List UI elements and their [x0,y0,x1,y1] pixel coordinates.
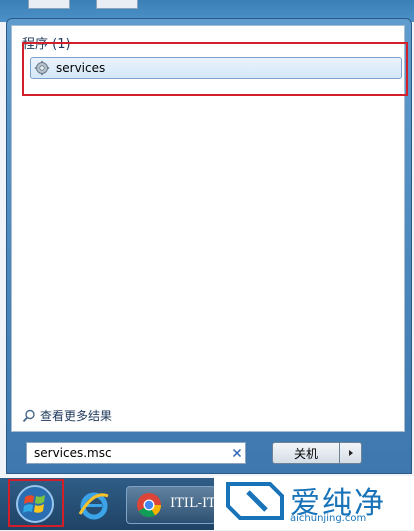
see-more-label: 查看更多结果 [40,409,113,423]
shutdown-control: 关机 [272,442,362,464]
magnifier-icon [22,409,35,422]
chevron-right-icon [348,450,353,456]
watermark-url: aichunjing.com [290,513,367,524]
start-highlight-annotation [8,479,64,527]
search-input[interactable] [32,445,226,461]
monitor-logo-icon [226,482,284,520]
internet-explorer-icon [78,492,109,520]
close-icon[interactable] [230,446,244,460]
taskbar-ie-button[interactable] [76,486,112,524]
shutdown-button[interactable]: 关机 [272,442,340,464]
shutdown-options-button[interactable] [340,442,362,464]
highlight-annotation [22,42,408,96]
see-more-results-link[interactable]: 查看更多结果 [22,407,112,424]
window-edge [28,0,70,9]
chrome-icon [137,493,161,518]
window-edge [96,0,138,9]
start-search-box[interactable] [26,442,246,464]
